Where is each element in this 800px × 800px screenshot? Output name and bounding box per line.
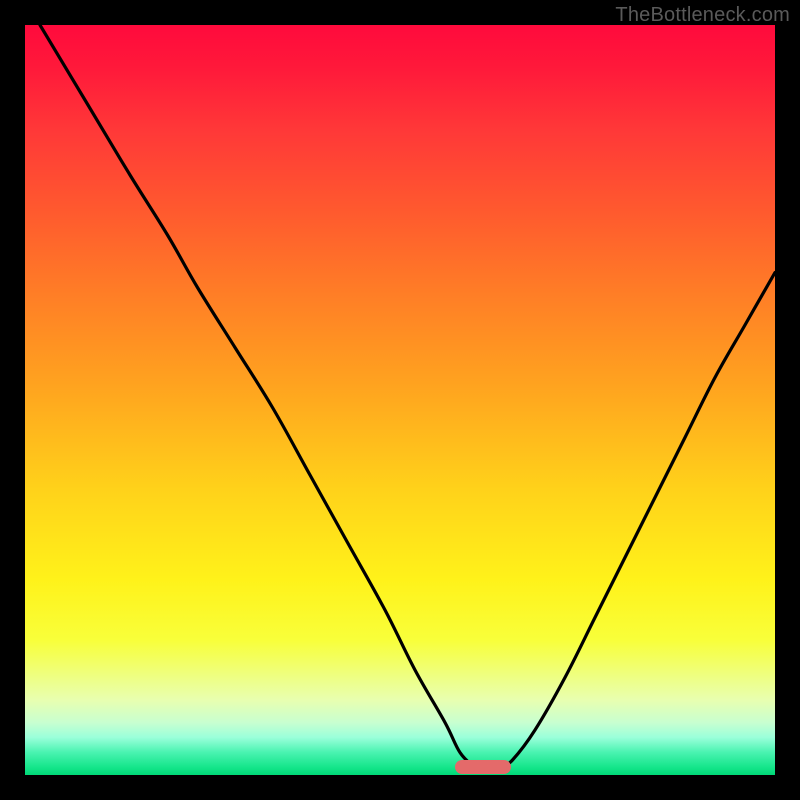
bottleneck-curve: [25, 25, 775, 775]
chart-frame: [25, 25, 775, 775]
plot-area: [25, 25, 775, 775]
curve-left-branch: [40, 25, 483, 771]
optimum-marker: [455, 760, 511, 774]
attribution-text: TheBottleneck.com: [615, 4, 790, 27]
curve-right-branch: [498, 273, 776, 772]
